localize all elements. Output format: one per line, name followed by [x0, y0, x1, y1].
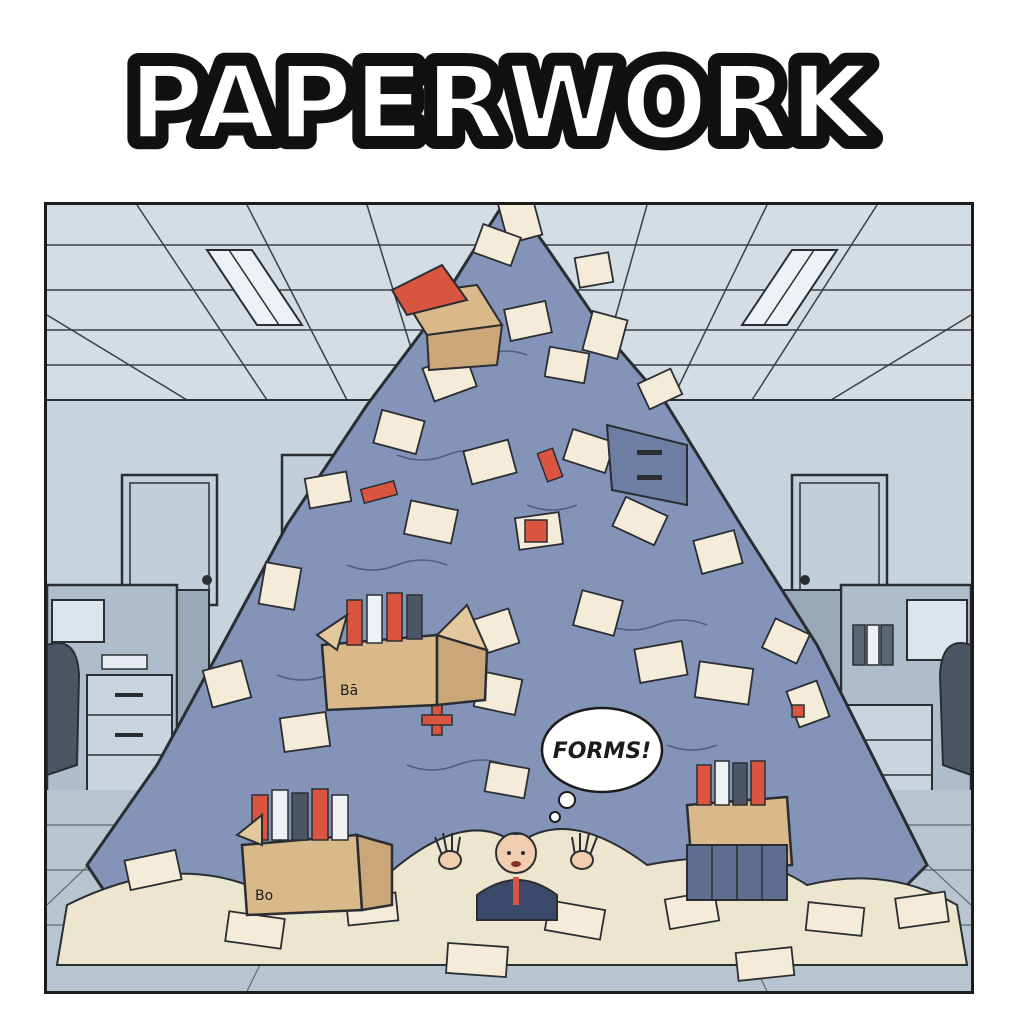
title-lettering: PAPERWORK PAPERWORK — [118, 33, 882, 160]
comic-panel: Bā Bo FORMS! — [44, 202, 974, 994]
box-label-center: Bā — [340, 683, 358, 699]
page-title: PAPERWORK — [129, 44, 873, 160]
speech-bubble-text: FORMS! — [553, 739, 651, 764]
box-label-left: Bo — [255, 888, 273, 904]
office-scene: Bā Bo FORMS! — [47, 205, 971, 991]
comic-title: PAPERWORK PAPERWORK — [0, 30, 1024, 160]
